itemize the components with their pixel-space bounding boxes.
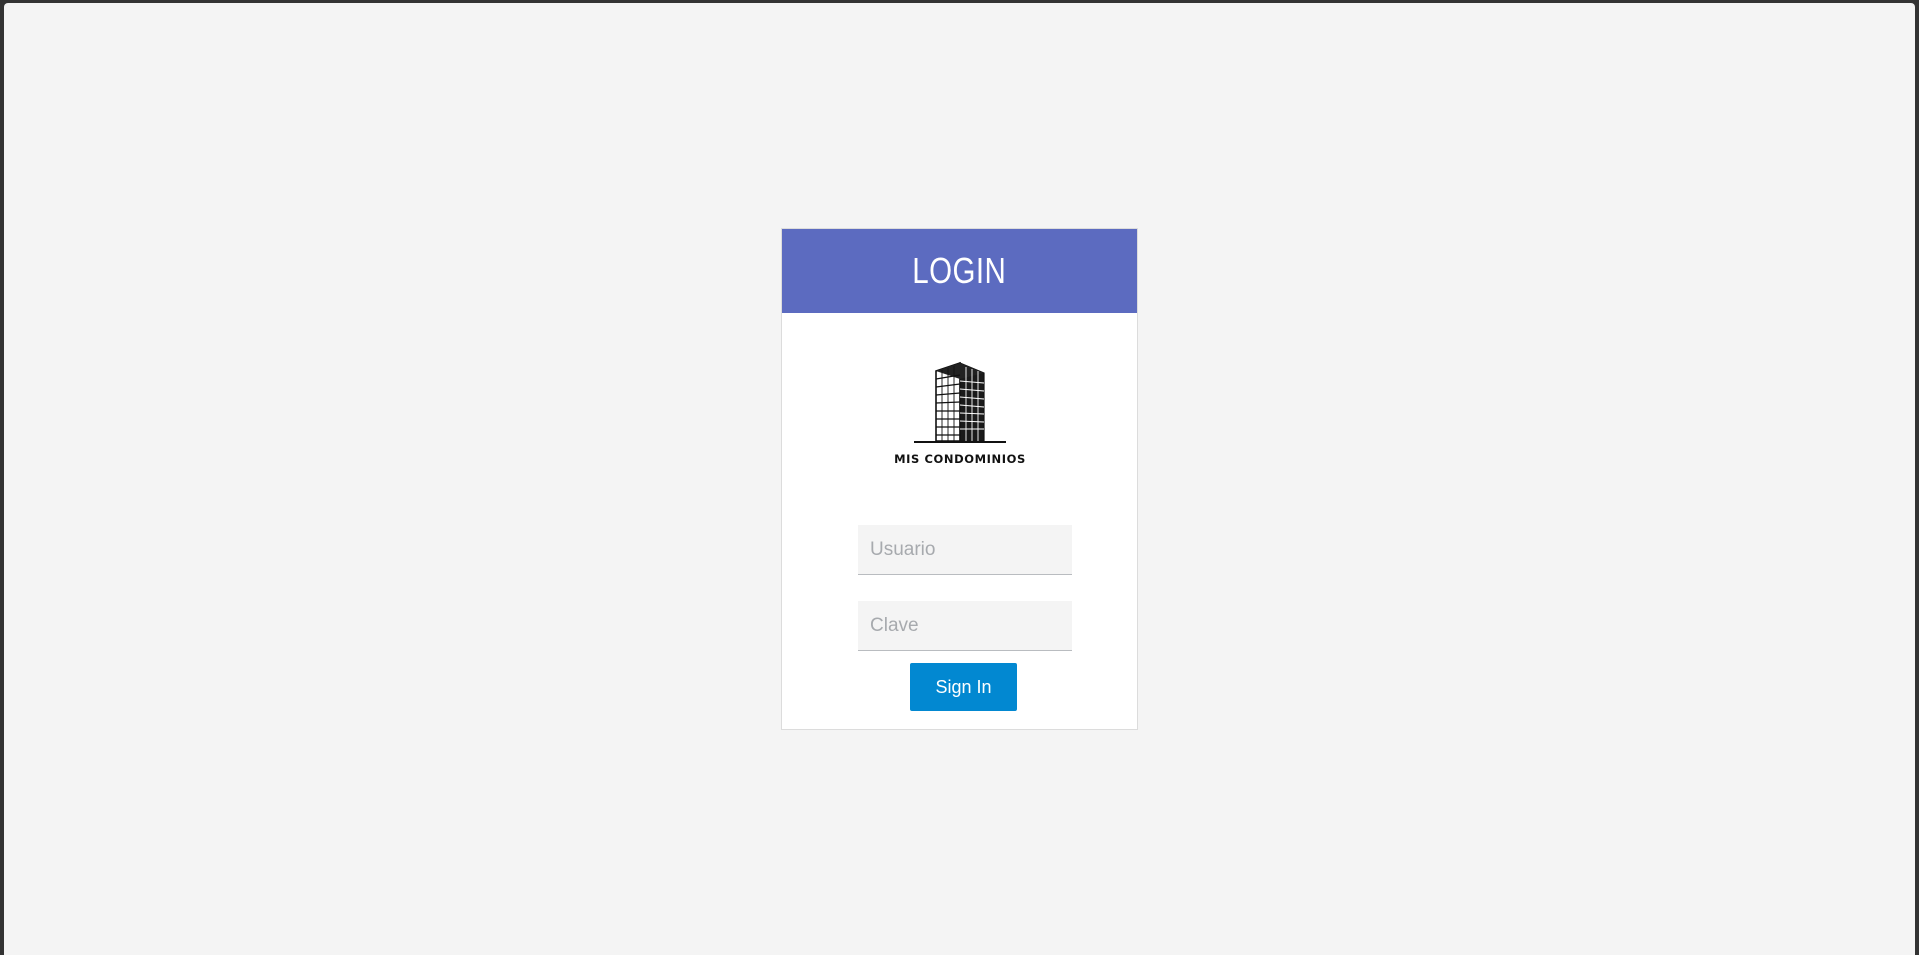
building-icon — [914, 361, 1006, 443]
logo-text: MIS CONDOMINIOS — [894, 452, 1026, 466]
logo: MIS CONDOMINIOS — [887, 341, 1033, 479]
username-input[interactable] — [858, 525, 1072, 575]
password-input[interactable] — [858, 601, 1072, 651]
login-card: LOGIN MIS CONDOMINIOS Usuario Sign In — [781, 228, 1138, 730]
page-viewport: LOGIN MIS CONDOMINIOS Usuario Sign In — [4, 3, 1915, 955]
login-title: LOGIN — [912, 250, 1007, 291]
login-header: LOGIN — [782, 229, 1137, 313]
sign-in-button[interactable]: Sign In — [910, 663, 1017, 711]
